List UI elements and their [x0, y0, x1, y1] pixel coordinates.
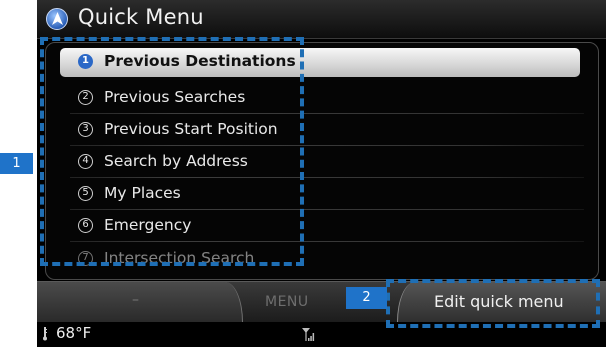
softkey-left-label: – — [132, 292, 139, 308]
thermometer-icon — [43, 327, 47, 341]
temperature-readout: 68°F — [56, 324, 92, 342]
page-title: Quick Menu — [78, 5, 204, 29]
softkey-menu-label: MENU — [265, 294, 309, 310]
softkey-left-button[interactable]: – — [37, 282, 243, 322]
callout-2-highlight-box — [386, 279, 600, 328]
callout-1-highlight-box — [40, 37, 304, 266]
callout-2-badge: 2 — [346, 287, 387, 309]
title-bar: Quick Menu — [37, 0, 606, 39]
navigation-compass-icon — [46, 8, 68, 30]
signal-strength-icon — [302, 328, 315, 341]
callout-1-badge: 1 — [0, 153, 33, 174]
